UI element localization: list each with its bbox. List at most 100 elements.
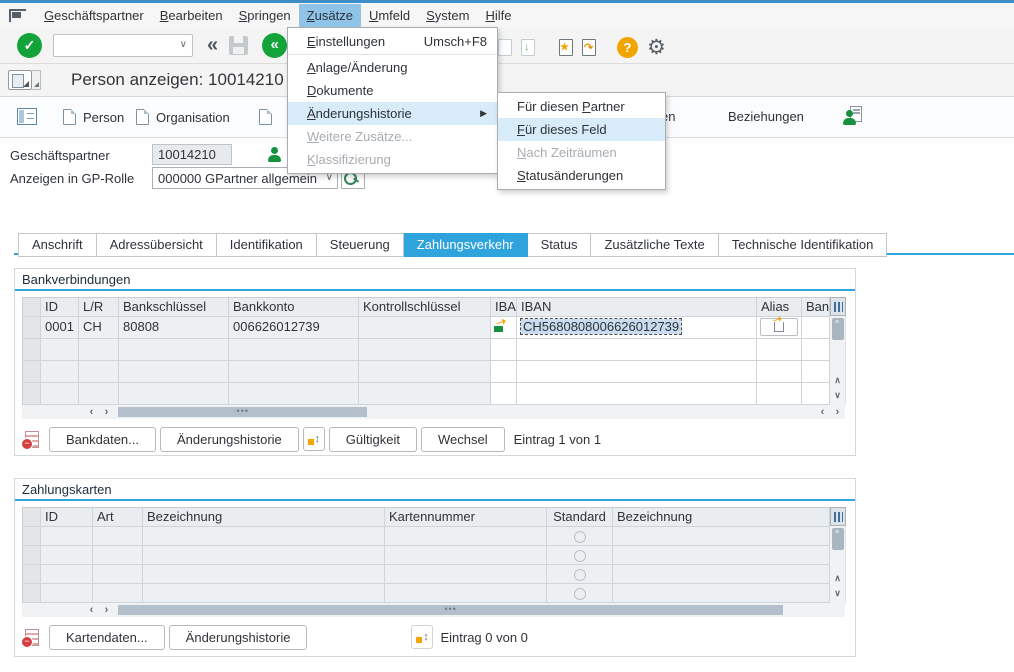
tab-zusaetzliche-texte[interactable]: Zusätzliche Texte (591, 233, 718, 257)
delete-row-button[interactable] (19, 624, 45, 650)
cards-vertical-scrollbar[interactable]: ≡ ∧ ∨ (830, 507, 846, 603)
row-selector[interactable] (23, 584, 41, 603)
cell-bankschluessel[interactable]: 80808 (119, 317, 229, 339)
open-session-icon[interactable]: ↷ (582, 39, 596, 56)
command-field[interactable]: ∨ (53, 34, 193, 57)
cards-table-empty-row[interactable] (23, 584, 830, 603)
tab-status[interactable]: Status (528, 233, 592, 257)
row-selector[interactable] (23, 361, 41, 383)
wechsel-button[interactable]: Wechsel (421, 427, 505, 452)
menu-item-aenderungshistorie[interactable]: Änderungshistorie ▶ (288, 102, 497, 125)
col-bankkonto[interactable]: Bankkonto (229, 298, 359, 317)
tab-technische-identifikation[interactable]: Technische Identifikation (719, 233, 888, 257)
download-icon[interactable]: ↓ (521, 39, 535, 56)
scroll-right-icon[interactable]: › (830, 406, 845, 418)
col-bezeichnung2[interactable]: Bezeichnung (613, 508, 830, 527)
row-selector[interactable] (23, 546, 41, 565)
scrollbar-thumb[interactable]: ≡ (832, 318, 844, 340)
row-selector[interactable] (23, 565, 41, 584)
menu-springen[interactable]: Springen (231, 4, 299, 27)
menu-item-einstellungen[interactable]: Einstellungen Umsch+F8 (288, 30, 497, 53)
cards-table-empty-row[interactable] (23, 546, 830, 565)
bank-table-empty-row[interactable] (23, 339, 830, 361)
command-dropdown-icon[interactable]: ∨ (180, 39, 187, 50)
window-control-icon[interactable] (9, 9, 26, 22)
create-organisation-button[interactable]: Organisation (130, 106, 236, 128)
cell-bankkonto[interactable]: 006626012739 (229, 317, 359, 339)
col-lr[interactable]: L/R (79, 298, 119, 317)
kartendaten-button[interactable]: Kartendaten... (49, 625, 165, 650)
scroll-up-icon[interactable]: ∧ (830, 375, 845, 390)
col-bezeichnung[interactable]: Bezeichnung (143, 508, 385, 527)
scroll-right-icon[interactable]: › (99, 604, 114, 616)
scroll-left-icon[interactable]: ‹ (84, 406, 99, 418)
print-icon[interactable] (498, 39, 512, 56)
cell-lr[interactable]: CH (79, 317, 119, 339)
cards-horizontal-scrollbar[interactable]: ‹ › ••• (22, 603, 845, 617)
locator-panel-icon[interactable] (17, 108, 37, 125)
save-icon[interactable] (229, 36, 248, 55)
cards-table-empty-row[interactable] (23, 565, 830, 584)
menu-item-dokumente[interactable]: Dokumente (288, 79, 497, 102)
cell-iban[interactable]: CH5680808006626012739 (517, 317, 757, 339)
delete-row-button[interactable] (19, 426, 45, 452)
tab-zahlungsverkehr[interactable]: Zahlungsverkehr (404, 233, 528, 257)
create-person-button[interactable]: Person (57, 106, 130, 128)
customize-gear-icon[interactable]: ⚙ (647, 37, 666, 58)
row-selector-header[interactable] (23, 298, 41, 317)
scrollbar-thumb[interactable]: ••• (118, 407, 367, 417)
scrollbar-thumb[interactable]: ••• (118, 605, 783, 615)
tab-steuerung[interactable]: Steuerung (317, 233, 404, 257)
shortcut-star-icon[interactable]: ★ (559, 39, 573, 56)
table-settings-icon[interactable] (830, 297, 846, 316)
menu-item-anlage-aenderung[interactable]: Anlage/Änderung (288, 56, 497, 79)
col-iban-icon[interactable]: IBAN (491, 298, 517, 317)
col-iban[interactable]: IBAN (517, 298, 757, 317)
switch-partner-display-icon[interactable] (843, 106, 862, 125)
submenu-item-nach-zeitraeumen[interactable]: Nach Zeiträumen (498, 141, 665, 164)
iban-selected-value[interactable]: CH5680808006626012739 (521, 319, 681, 334)
bank-horizontal-scrollbar[interactable]: ‹ › ••• ‹ › (22, 405, 845, 419)
create-group-button[interactable] (253, 106, 285, 128)
bank-table-empty-row[interactable] (23, 361, 830, 383)
tab-adressuebersicht[interactable]: Adressübersicht (97, 233, 217, 257)
back-icon[interactable]: « (207, 34, 215, 57)
change-history-button[interactable]: Änderungshistorie (169, 625, 308, 650)
scroll-up-icon[interactable]: ∧ (830, 573, 845, 588)
menu-item-klassifizierung[interactable]: Klassifizierung (288, 148, 497, 171)
menu-zusaetze[interactable]: Zusätze (299, 4, 361, 27)
menu-hilfe[interactable]: Hilfe (477, 4, 519, 27)
bank-vertical-scrollbar[interactable]: ≡ ∧ ∨ (830, 297, 846, 405)
tab-anschrift[interactable]: Anschrift (18, 233, 97, 257)
change-history-button[interactable]: Änderungshistorie (160, 427, 299, 452)
cell-id[interactable]: 0001 (41, 317, 79, 339)
cell-alias[interactable] (757, 317, 802, 339)
bankdaten-button[interactable]: Bankdaten... (49, 427, 156, 452)
standard-radio[interactable] (574, 588, 586, 600)
gp-number-field[interactable]: 10014210 (152, 144, 232, 165)
exit-icon[interactable]: « (262, 33, 287, 58)
alias-button[interactable] (760, 318, 798, 336)
col-id[interactable]: ID (41, 508, 93, 527)
col-standard[interactable]: Standard (547, 508, 613, 527)
scroll-left-icon[interactable]: ‹ (815, 406, 830, 418)
enter-check-icon[interactable]: ✓ (17, 33, 42, 58)
menu-item-weitere-zusaetze[interactable]: Weitere Zusätze... (288, 125, 497, 148)
iban-generate-icon[interactable] (491, 317, 517, 339)
menu-bearbeiten[interactable]: Bearbeiten (152, 4, 231, 27)
services-for-object-dropdown-icon[interactable] (32, 70, 41, 90)
cell-kontrollschluessel[interactable] (359, 317, 491, 339)
col-bankschluessel[interactable]: Bankschlüssel (119, 298, 229, 317)
row-selector[interactable] (23, 339, 41, 361)
standard-radio[interactable] (574, 531, 586, 543)
relationships-button[interactable]: Beziehungen (722, 106, 810, 127)
validity-button[interactable]: Gültigkeit (329, 427, 417, 452)
bank-table-empty-row[interactable] (23, 383, 830, 405)
row-selector-header[interactable] (23, 508, 41, 527)
scroll-down-icon[interactable]: ∨ (830, 390, 845, 405)
menu-system[interactable]: System (418, 4, 477, 27)
tab-identifikation[interactable]: Identifikation (217, 233, 317, 257)
col-alias[interactable]: Alias (757, 298, 802, 317)
standard-radio[interactable] (574, 550, 586, 562)
submenu-item-statusaenderungen[interactable]: Statusänderungen (498, 164, 665, 187)
